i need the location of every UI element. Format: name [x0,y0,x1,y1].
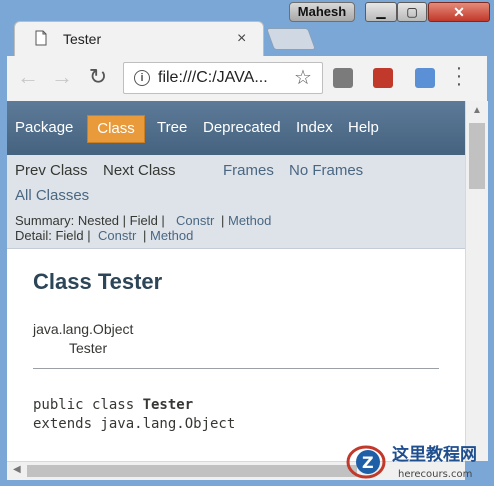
detail-constr-link[interactable]: Constr [98,228,136,243]
nav-tree[interactable]: Tree [157,119,187,136]
nav-package[interactable]: Package [15,119,73,136]
nav-deprecated[interactable]: Deprecated [203,119,281,136]
detail-method-link[interactable]: Method [150,228,193,243]
close-window-button[interactable]: ✕ [428,2,490,22]
maximize-icon: ▢ [406,5,418,19]
class-declaration-line2: extends java.lang.Object [33,416,236,432]
all-classes-link[interactable]: All Classes [15,187,89,204]
forward-button[interactable]: → [49,64,75,90]
horizontal-scroll-thumb[interactable] [27,465,357,477]
browser-toolbar: ← → ↻ i file:///C:/JAVA... ☆ · · · [7,56,487,102]
tab-close-icon[interactable]: × [237,30,246,48]
scroll-left-arrow-icon[interactable]: ◀ [13,464,21,475]
frames-link[interactable]: Frames [223,162,274,179]
inheritance-parent: java.lang.Object [33,321,134,337]
inheritance-child: Tester [69,340,108,356]
user-badge[interactable]: Mahesh [289,2,355,22]
watermark-emblem-icon: Z 这里教程网 herecours.com [346,444,477,480]
scroll-up-arrow-icon[interactable]: ▲ [472,105,482,116]
minimize-icon: ▁ [376,5,386,19]
class-declaration-line1: public class Tester [33,397,193,413]
reload-button[interactable]: ↻ [85,64,111,90]
detail-separator: | [143,228,147,243]
extension-cast-icon[interactable] [415,68,435,88]
new-tab-button[interactable] [265,28,317,50]
document-icon [35,30,47,46]
close-icon: ✕ [453,4,465,20]
bookmark-star-icon[interactable]: ☆ [294,65,312,90]
nav-help[interactable]: Help [348,119,379,136]
extension-shield-icon[interactable] [333,68,353,88]
tab-title: Tester [63,31,102,47]
back-button[interactable]: ← [15,64,41,90]
watermark-name: 这里教程网 [392,444,477,465]
nav-index[interactable]: Index [296,119,333,136]
declaration-class-name: Tester [142,397,194,413]
prev-class-link[interactable]: Prev Class [15,162,88,179]
address-bar[interactable]: i file:///C:/JAVA... ☆ [123,62,323,94]
url-text[interactable]: file:///C:/JAVA... [158,69,268,87]
browser-menu-icon[interactable]: · · · [453,58,465,94]
javadoc-sub-nav: Prev Class Next Class Frames No Frames A… [7,155,465,249]
minimize-button[interactable]: ▁ [365,2,397,22]
browser-tab[interactable]: Tester × [14,21,264,58]
summary-label: Summary: Nested | Field | [15,213,165,228]
vertical-scrollbar[interactable]: ▲ [465,101,488,461]
vertical-scroll-thumb[interactable] [469,123,485,189]
nav-class-active[interactable]: Class [87,115,145,143]
watermark-url: herecours.com [398,469,472,480]
extension-book-icon[interactable] [373,68,393,88]
no-frames-link[interactable]: No Frames [289,162,363,179]
nav-class-label: Class [97,120,135,137]
maximize-button[interactable]: ▢ [397,2,427,22]
page-viewport: Package Class Tree Deprecated Index Help… [7,101,465,461]
watermark-logo: Z 这里教程网 herecours.com [346,440,492,484]
javadoc-top-nav: Package Class Tree Deprecated Index Help [7,101,465,155]
class-title: Class Tester [33,269,163,294]
info-icon[interactable]: i [134,70,150,86]
detail-label: Detail: Field | [15,228,91,243]
summary-separator: | [221,213,225,228]
divider [33,368,439,369]
next-class-link[interactable]: Next Class [103,162,176,179]
declaration-prefix: public class [33,397,143,413]
summary-constr-link[interactable]: Constr [176,213,214,228]
summary-method-link[interactable]: Method [228,213,271,228]
watermark-letter: Z [362,453,374,472]
